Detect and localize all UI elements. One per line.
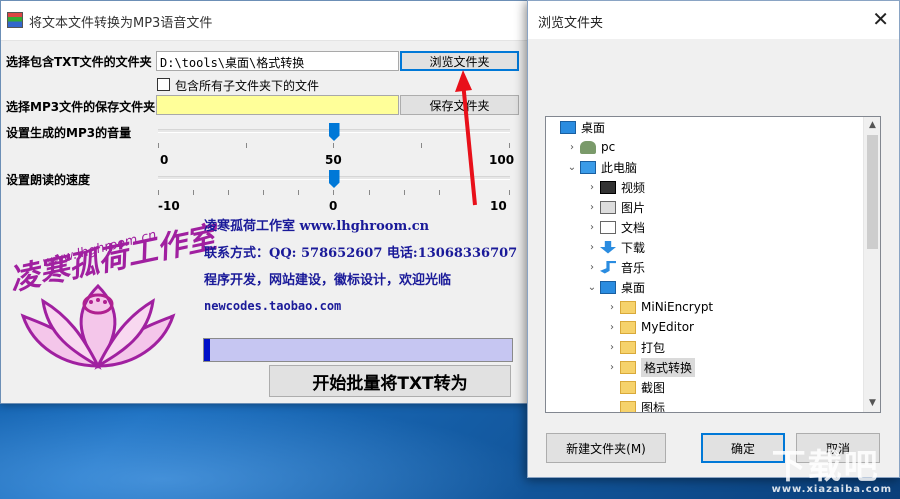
tree-item-label: 截图 [641, 380, 666, 395]
tree-item-label: 音乐 [621, 260, 646, 275]
app-icon [7, 12, 23, 28]
folder-tree[interactable]: 桌面 › pc ⌄ 此电脑 › 视频 › 图片 › 文档 › 下载 › 音乐 ⌄ 桌面 › MiNiEncrypt ›… [545, 116, 881, 413]
document-folder-icon [600, 220, 616, 234]
speed-tick-min: -10 [158, 199, 180, 213]
tree-item-label: 视频 [621, 180, 646, 195]
tree-item-label: 桌面 [621, 280, 646, 295]
scroll-up-icon[interactable]: ▲ [864, 117, 880, 134]
desktop-background [0, 400, 540, 499]
speed-thumb[interactable] [328, 170, 340, 188]
browse-folder-dialog: 浏览文件夹 ✕ 桌面 › pc ⌄ 此电脑 › 视频 › 图片 › 文档 › 下载 › 音乐 ⌄ 桌面 › MiNi… [527, 0, 900, 478]
chevron-right-icon[interactable]: › [586, 242, 598, 253]
folder-icon [620, 300, 636, 314]
tree-item-label: MiNiEncrypt [641, 300, 714, 314]
tree-item-label: 文档 [621, 220, 646, 235]
tree-item[interactable]: › 音乐 [586, 257, 645, 277]
include-subfolders-checkbox[interactable] [157, 78, 170, 91]
folder-icon [620, 340, 636, 354]
tree-item-label: 下载 [621, 240, 646, 255]
tree-item[interactable]: › 文档 [586, 217, 645, 237]
red-arrow-icon [455, 70, 477, 206]
start-convert-button[interactable]: 开始批量将TXT转为 [269, 365, 511, 397]
chevron-right-icon[interactable]: › [586, 222, 598, 233]
chevron-right-icon[interactable]: › [606, 342, 618, 353]
tree-item[interactable]: › 打包 [606, 337, 665, 357]
chevron-down-icon[interactable]: ⌄ [586, 282, 598, 293]
tree-item[interactable]: 截图 [606, 377, 665, 397]
tree-item[interactable]: › MyEditor [606, 317, 694, 337]
chevron-right-icon[interactable]: › [566, 142, 578, 153]
studio-logo: 凌寒孤荷工作室 www.lhghroom.cn [3, 216, 219, 386]
tree-item-label: 此电脑 [601, 160, 638, 175]
picture-folder-icon [600, 200, 616, 214]
chevron-right-icon[interactable]: › [606, 362, 618, 373]
tree-item[interactable]: › 下载 [586, 237, 645, 257]
studio-services: 程序开发，网站建设，徽标设计，欢迎光临 [204, 273, 452, 288]
tree-item[interactable]: ⌄ 桌面 [586, 277, 645, 297]
video-folder-icon [600, 180, 616, 194]
studio-contact: 联系方式：QQ: 578652607 电话:13068336707 [204, 246, 518, 261]
desktop-icon [560, 120, 576, 134]
tree-item[interactable]: › pc [566, 137, 615, 157]
dialog-title: 浏览文件夹 [538, 16, 604, 31]
chevron-right-icon[interactable]: › [586, 182, 598, 193]
speed-tick-mid: 0 [329, 199, 338, 213]
folder-icon [620, 360, 636, 374]
chevron-right-icon[interactable]: › [606, 322, 618, 333]
tree-item-label: 打包 [641, 340, 666, 355]
folder-icon [620, 380, 636, 394]
include-subfolders-label: 包含所有子文件夹下的文件 [175, 79, 320, 93]
progress-fill [204, 339, 211, 361]
tree-item[interactable]: 图标 [606, 397, 666, 413]
computer-icon [580, 160, 596, 174]
watermark-sub: www.xiazaiba.com [771, 484, 892, 495]
converter-window: 将文本文件转换为MP3语音文件 选择包含TXT文件的文件夹 D:\tools\桌… [0, 0, 528, 404]
chevron-right-icon[interactable]: › [586, 262, 598, 273]
new-folder-button[interactable]: 新建文件夹(M) [546, 433, 666, 463]
dialog-title-bar: 浏览文件夹 ✕ [528, 1, 899, 39]
tree-item-label: 图片 [621, 200, 646, 215]
watermark: 下载吧 www.xiazaiba.com [772, 439, 892, 495]
tree-item[interactable]: › MiNiEncrypt [606, 297, 713, 317]
folder-icon [620, 320, 636, 334]
speed-label: 设置朗读的速度 [6, 173, 91, 187]
music-folder-icon [600, 260, 616, 274]
tree-item-label: 桌面 [581, 120, 606, 135]
txt-folder-label: 选择包含TXT文件的文件夹 [6, 55, 152, 69]
scroll-thumb[interactable] [867, 135, 878, 249]
folder-icon [620, 400, 636, 412]
tree-item-label: pc [601, 140, 616, 154]
volume-tick-min: 0 [160, 153, 169, 167]
mp3-folder-field[interactable] [156, 95, 399, 115]
volume-tick-mid: 50 [325, 153, 342, 167]
close-icon[interactable]: ✕ [872, 7, 889, 31]
tree-item[interactable]: › 图片 [586, 197, 645, 217]
tree-item-label: 图标 [641, 400, 666, 413]
scroll-down-icon[interactable]: ▼ [864, 395, 880, 412]
tree-item[interactable]: 桌面 [546, 117, 605, 137]
txt-folder-field[interactable]: D:\tools\桌面\格式转换 [156, 51, 399, 71]
desktop-icon [600, 280, 616, 294]
window-title: 将文本文件转换为MP3语音文件 [29, 16, 213, 31]
tree-item-label: 格式转换 [641, 357, 696, 377]
title-bar: 将文本文件转换为MP3语音文件 [1, 1, 527, 41]
tree-item[interactable]: › 格式转换 [606, 357, 696, 377]
volume-thumb[interactable] [328, 123, 340, 141]
chevron-down-icon[interactable]: ⌄ [566, 162, 578, 173]
mp3-folder-label: 选择MP3文件的保存文件夹 [6, 100, 156, 114]
chevron-right-icon[interactable]: › [606, 302, 618, 313]
conversion-progress [203, 338, 513, 362]
chevron-right-icon[interactable]: › [586, 202, 598, 213]
user-icon [580, 140, 596, 154]
download-folder-icon [600, 240, 616, 254]
tree-scrollbar[interactable]: ▲ ▼ [863, 117, 880, 412]
studio-shop: newcodes.taobao.com [204, 299, 342, 313]
watermark-text: 下载吧 [771, 447, 880, 487]
browse-folder-button[interactable]: 浏览文件夹 [400, 51, 519, 71]
tree-item[interactable]: ⌄ 此电脑 [566, 157, 637, 177]
tree-item[interactable]: › 视频 [586, 177, 645, 197]
volume-label: 设置生成的MP3的音量 [6, 126, 132, 140]
studio-name: 凌寒孤荷工作室 www.lhghroom.cn [204, 219, 430, 234]
tree-item-label: MyEditor [641, 320, 694, 334]
